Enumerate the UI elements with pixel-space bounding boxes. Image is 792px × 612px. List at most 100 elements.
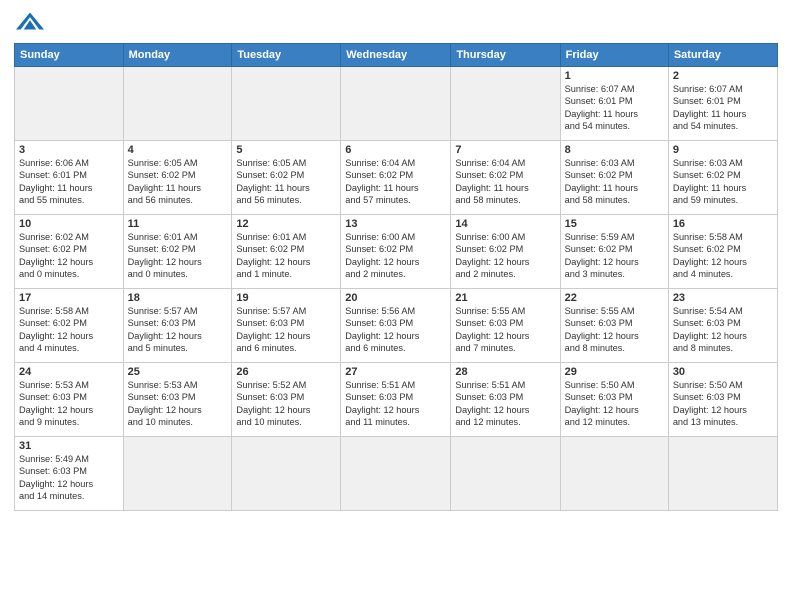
weekday-header-wednesday: Wednesday	[341, 44, 451, 67]
day-number: 28	[455, 366, 555, 378]
day-cell: 21Sunrise: 5:55 AM Sunset: 6:03 PM Dayli…	[451, 289, 560, 363]
day-cell: 8Sunrise: 6:03 AM Sunset: 6:02 PM Daylig…	[560, 141, 668, 215]
day-number: 12	[236, 218, 336, 230]
day-cell: 12Sunrise: 6:01 AM Sunset: 6:02 PM Dayli…	[232, 215, 341, 289]
day-cell	[341, 437, 451, 511]
weekday-header-tuesday: Tuesday	[232, 44, 341, 67]
day-number: 9	[673, 144, 773, 156]
day-number: 16	[673, 218, 773, 230]
day-number: 15	[565, 218, 664, 230]
day-cell: 28Sunrise: 5:51 AM Sunset: 6:03 PM Dayli…	[451, 363, 560, 437]
day-cell: 30Sunrise: 5:50 AM Sunset: 6:03 PM Dayli…	[668, 363, 777, 437]
day-cell: 16Sunrise: 5:58 AM Sunset: 6:02 PM Dayli…	[668, 215, 777, 289]
weekday-header-saturday: Saturday	[668, 44, 777, 67]
day-number: 4	[128, 144, 228, 156]
weekday-header-row: SundayMondayTuesdayWednesdayThursdayFrid…	[15, 44, 778, 67]
page: SundayMondayTuesdayWednesdayThursdayFrid…	[0, 0, 792, 612]
day-number: 31	[19, 440, 119, 452]
calendar-table: SundayMondayTuesdayWednesdayThursdayFrid…	[14, 43, 778, 511]
day-cell	[232, 437, 341, 511]
day-number: 5	[236, 144, 336, 156]
day-cell: 4Sunrise: 6:05 AM Sunset: 6:02 PM Daylig…	[123, 141, 232, 215]
day-info: Sunrise: 5:53 AM Sunset: 6:03 PM Dayligh…	[128, 379, 228, 429]
logo	[14, 10, 44, 37]
day-info: Sunrise: 5:58 AM Sunset: 6:02 PM Dayligh…	[19, 305, 119, 355]
day-info: Sunrise: 6:05 AM Sunset: 6:02 PM Dayligh…	[236, 157, 336, 207]
day-number: 21	[455, 292, 555, 304]
day-info: Sunrise: 6:02 AM Sunset: 6:02 PM Dayligh…	[19, 231, 119, 281]
day-info: Sunrise: 5:55 AM Sunset: 6:03 PM Dayligh…	[565, 305, 664, 355]
day-cell: 20Sunrise: 5:56 AM Sunset: 6:03 PM Dayli…	[341, 289, 451, 363]
day-cell: 5Sunrise: 6:05 AM Sunset: 6:02 PM Daylig…	[232, 141, 341, 215]
day-info: Sunrise: 6:00 AM Sunset: 6:02 PM Dayligh…	[455, 231, 555, 281]
day-number: 3	[19, 144, 119, 156]
day-number: 6	[345, 144, 446, 156]
day-cell: 19Sunrise: 5:57 AM Sunset: 6:03 PM Dayli…	[232, 289, 341, 363]
day-cell: 7Sunrise: 6:04 AM Sunset: 6:02 PM Daylig…	[451, 141, 560, 215]
day-cell	[15, 67, 124, 141]
day-cell: 31Sunrise: 5:49 AM Sunset: 6:03 PM Dayli…	[15, 437, 124, 511]
day-info: Sunrise: 6:04 AM Sunset: 6:02 PM Dayligh…	[345, 157, 446, 207]
day-number: 14	[455, 218, 555, 230]
weekday-header-thursday: Thursday	[451, 44, 560, 67]
day-info: Sunrise: 5:51 AM Sunset: 6:03 PM Dayligh…	[455, 379, 555, 429]
week-row-0: 1Sunrise: 6:07 AM Sunset: 6:01 PM Daylig…	[15, 67, 778, 141]
week-row-5: 31Sunrise: 5:49 AM Sunset: 6:03 PM Dayli…	[15, 437, 778, 511]
day-info: Sunrise: 6:05 AM Sunset: 6:02 PM Dayligh…	[128, 157, 228, 207]
day-cell	[232, 67, 341, 141]
day-cell	[123, 437, 232, 511]
day-info: Sunrise: 5:56 AM Sunset: 6:03 PM Dayligh…	[345, 305, 446, 355]
day-info: Sunrise: 6:03 AM Sunset: 6:02 PM Dayligh…	[673, 157, 773, 207]
day-number: 2	[673, 70, 773, 82]
day-info: Sunrise: 6:06 AM Sunset: 6:01 PM Dayligh…	[19, 157, 119, 207]
day-number: 8	[565, 144, 664, 156]
day-info: Sunrise: 6:00 AM Sunset: 6:02 PM Dayligh…	[345, 231, 446, 281]
day-info: Sunrise: 5:50 AM Sunset: 6:03 PM Dayligh…	[673, 379, 773, 429]
day-info: Sunrise: 5:57 AM Sunset: 6:03 PM Dayligh…	[236, 305, 336, 355]
day-number: 20	[345, 292, 446, 304]
day-cell: 17Sunrise: 5:58 AM Sunset: 6:02 PM Dayli…	[15, 289, 124, 363]
day-cell: 22Sunrise: 5:55 AM Sunset: 6:03 PM Dayli…	[560, 289, 668, 363]
week-row-2: 10Sunrise: 6:02 AM Sunset: 6:02 PM Dayli…	[15, 215, 778, 289]
day-info: Sunrise: 5:53 AM Sunset: 6:03 PM Dayligh…	[19, 379, 119, 429]
week-row-4: 24Sunrise: 5:53 AM Sunset: 6:03 PM Dayli…	[15, 363, 778, 437]
day-cell: 13Sunrise: 6:00 AM Sunset: 6:02 PM Dayli…	[341, 215, 451, 289]
day-info: Sunrise: 5:55 AM Sunset: 6:03 PM Dayligh…	[455, 305, 555, 355]
day-cell: 9Sunrise: 6:03 AM Sunset: 6:02 PM Daylig…	[668, 141, 777, 215]
day-info: Sunrise: 6:01 AM Sunset: 6:02 PM Dayligh…	[236, 231, 336, 281]
day-number: 17	[19, 292, 119, 304]
day-cell: 14Sunrise: 6:00 AM Sunset: 6:02 PM Dayli…	[451, 215, 560, 289]
day-cell: 26Sunrise: 5:52 AM Sunset: 6:03 PM Dayli…	[232, 363, 341, 437]
day-number: 18	[128, 292, 228, 304]
day-info: Sunrise: 5:58 AM Sunset: 6:02 PM Dayligh…	[673, 231, 773, 281]
day-cell	[451, 67, 560, 141]
day-info: Sunrise: 6:03 AM Sunset: 6:02 PM Dayligh…	[565, 157, 664, 207]
day-number: 13	[345, 218, 446, 230]
day-cell	[123, 67, 232, 141]
day-number: 23	[673, 292, 773, 304]
day-number: 11	[128, 218, 228, 230]
day-cell: 3Sunrise: 6:06 AM Sunset: 6:01 PM Daylig…	[15, 141, 124, 215]
day-cell	[451, 437, 560, 511]
day-info: Sunrise: 6:07 AM Sunset: 6:01 PM Dayligh…	[673, 83, 773, 133]
day-cell: 2Sunrise: 6:07 AM Sunset: 6:01 PM Daylig…	[668, 67, 777, 141]
day-cell: 23Sunrise: 5:54 AM Sunset: 6:03 PM Dayli…	[668, 289, 777, 363]
day-cell: 24Sunrise: 5:53 AM Sunset: 6:03 PM Dayli…	[15, 363, 124, 437]
day-cell: 10Sunrise: 6:02 AM Sunset: 6:02 PM Dayli…	[15, 215, 124, 289]
day-number: 10	[19, 218, 119, 230]
day-cell: 29Sunrise: 5:50 AM Sunset: 6:03 PM Dayli…	[560, 363, 668, 437]
day-cell: 11Sunrise: 6:01 AM Sunset: 6:02 PM Dayli…	[123, 215, 232, 289]
day-cell	[341, 67, 451, 141]
day-number: 7	[455, 144, 555, 156]
day-info: Sunrise: 6:07 AM Sunset: 6:01 PM Dayligh…	[565, 83, 664, 133]
day-info: Sunrise: 5:57 AM Sunset: 6:03 PM Dayligh…	[128, 305, 228, 355]
weekday-header-sunday: Sunday	[15, 44, 124, 67]
day-info: Sunrise: 6:04 AM Sunset: 6:02 PM Dayligh…	[455, 157, 555, 207]
header-area	[14, 10, 778, 37]
day-number: 27	[345, 366, 446, 378]
day-number: 25	[128, 366, 228, 378]
day-cell: 6Sunrise: 6:04 AM Sunset: 6:02 PM Daylig…	[341, 141, 451, 215]
day-number: 24	[19, 366, 119, 378]
day-info: Sunrise: 6:01 AM Sunset: 6:02 PM Dayligh…	[128, 231, 228, 281]
weekday-header-monday: Monday	[123, 44, 232, 67]
